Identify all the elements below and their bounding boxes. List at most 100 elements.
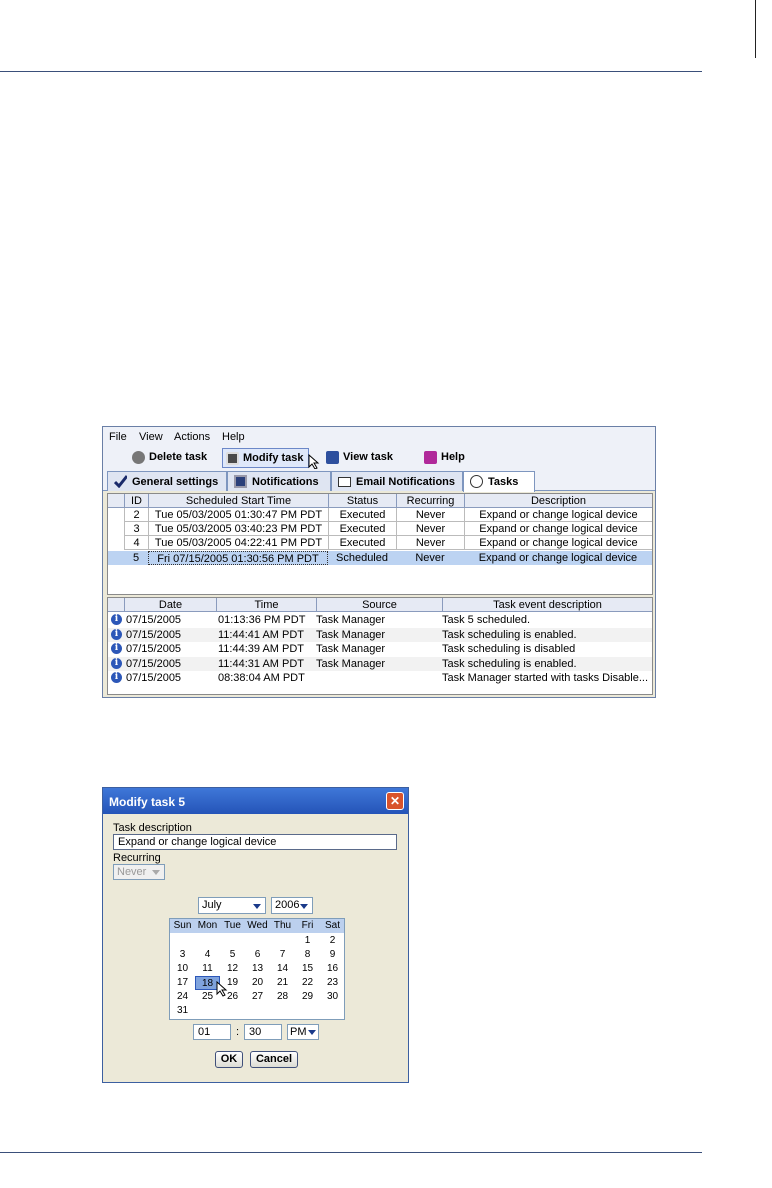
calendar-day[interactable]: 12	[220, 962, 245, 976]
hour-input[interactable]: 01	[193, 1024, 231, 1040]
table-row-selected[interactable]: 5 Fri 07/15/2005 01:30:56 PM PDT Schedul…	[108, 551, 652, 565]
tab-email-notifications-label: Email Notifications	[356, 476, 456, 488]
col-status[interactable]: Status	[328, 494, 396, 508]
calendar-day[interactable]: 27	[245, 990, 270, 1004]
calendar-day[interactable]: 13	[245, 962, 270, 976]
month-select[interactable]: July	[198, 897, 266, 914]
modify-task-button[interactable]: Modify task	[222, 448, 309, 468]
cell-date: 07/15/2005	[126, 657, 182, 670]
cell-event-description: Task scheduling is disabled	[442, 643, 576, 655]
col-task-event-description[interactable]: Task event description	[442, 598, 652, 612]
cell-start-time: Fri 07/15/2005 01:30:56 PM PDT	[148, 551, 328, 565]
task-description-label: Task description	[113, 822, 192, 834]
list-item[interactable]: i 07/15/2005 01:13:36 PM PDT Task Manage…	[108, 613, 652, 627]
calendar-day[interactable]: 10	[170, 962, 195, 976]
ok-button[interactable]: OK	[215, 1051, 243, 1068]
col-recurring[interactable]: Recurring	[396, 494, 464, 508]
calendar-day[interactable]: 7	[270, 948, 295, 962]
cell-start-time: Tue 05/03/2005 03:40:23 PM PDT	[148, 522, 328, 536]
chevron-down-icon	[308, 1030, 316, 1035]
cell-id: 3	[124, 522, 148, 536]
col-description[interactable]: Description	[464, 494, 652, 508]
calendar-day[interactable]: 3	[170, 948, 195, 962]
calendar-day[interactable]: 17	[170, 976, 195, 990]
cell-recurring: Never	[396, 508, 464, 522]
list-item[interactable]: i 07/15/2005 11:44:31 AM PDT Task Manage…	[108, 656, 652, 671]
close-icon[interactable]: ✕	[386, 792, 404, 810]
tab-tasks[interactable]: Tasks	[463, 471, 535, 492]
minute-input[interactable]: 30	[244, 1024, 282, 1040]
table-row[interactable]: 2 Tue 05/03/2005 01:30:47 PM PDT Execute…	[108, 508, 652, 522]
table-row[interactable]: 4 Tue 05/03/2005 04:22:41 PM PDT Execute…	[108, 536, 652, 550]
col-date[interactable]: Date	[124, 598, 216, 612]
day-name-fri: Fri	[301, 920, 314, 931]
menu-file[interactable]: File	[109, 431, 127, 443]
recurring-value: Never	[117, 866, 147, 878]
cell-date: 07/15/2005	[126, 628, 182, 641]
list-item[interactable]: i 07/15/2005 11:44:39 AM PDT Task Manage…	[108, 642, 652, 656]
year-select[interactable]: 2006	[271, 897, 313, 914]
calendar-day[interactable]: 24	[170, 990, 195, 1004]
help-button[interactable]: Help	[421, 448, 469, 468]
day-name-tue: Tue	[224, 920, 241, 931]
table-row[interactable]: 3 Tue 05/03/2005 03:40:23 PM PDT Execute…	[108, 522, 652, 536]
cell-source: Task Manager	[316, 628, 386, 641]
tasks-table: ID Scheduled Start Time Status Recurring…	[107, 493, 653, 595]
calendar-day[interactable]: 31	[170, 1004, 195, 1018]
calendar-day[interactable]: 16	[320, 962, 345, 976]
calendar-day[interactable]: 5	[220, 948, 245, 962]
tab-notifications[interactable]: Notifications	[227, 471, 331, 491]
list-item[interactable]: i 07/15/2005 11:44:41 AM PDT Task Manage…	[108, 627, 652, 642]
tab-email-notifications[interactable]: Email Notifications	[331, 471, 463, 491]
calendar-day[interactable]: 2	[320, 934, 345, 948]
calendar-day[interactable]: 20	[245, 976, 270, 990]
recurring-select[interactable]: Never	[113, 864, 165, 880]
cell-time: 11:44:31 AM PDT	[218, 657, 305, 670]
calendar-day[interactable]: 22	[295, 976, 320, 990]
ampm-value: PM	[290, 1026, 307, 1038]
chevron-down-icon	[152, 870, 160, 875]
ampm-select[interactable]: PM	[287, 1024, 319, 1040]
col-id[interactable]: ID	[124, 494, 148, 508]
delete-task-icon	[132, 451, 145, 464]
recurring-label: Recurring	[113, 852, 161, 864]
day-name-mon: Mon	[197, 920, 218, 931]
calendar-day[interactable]: 23	[320, 976, 345, 990]
calendar-day[interactable]: 1	[295, 934, 320, 948]
tab-notifications-label: Notifications	[252, 476, 319, 488]
help-label: Help	[441, 451, 465, 463]
col-source[interactable]: Source	[316, 598, 442, 612]
info-icon: i	[111, 614, 122, 625]
tab-general-settings[interactable]: General settings	[107, 471, 227, 491]
cell-id: 2	[124, 508, 148, 522]
calendar-day[interactable]: 11	[195, 962, 220, 976]
cell-description: Expand or change logical device	[464, 536, 652, 550]
cell-status: Executed	[328, 522, 396, 536]
cell-recurring: Never	[396, 536, 464, 550]
info-icon: i	[111, 628, 122, 640]
clock-icon	[470, 475, 483, 488]
col-time[interactable]: Time	[216, 598, 316, 612]
list-item[interactable]: i 07/15/2005 08:38:04 AM PDT Task Manage…	[108, 671, 652, 685]
calendar-day[interactable]: 15	[295, 962, 320, 976]
col-scheduled-start-time[interactable]: Scheduled Start Time	[148, 494, 328, 508]
calendar-day[interactable]: 4	[195, 948, 220, 962]
menu-view[interactable]: View	[139, 431, 163, 443]
calendar-day[interactable]: 29	[295, 990, 320, 1004]
delete-task-button[interactable]: Delete task	[129, 448, 211, 468]
task-description-input[interactable]: Expand or change logical device	[113, 834, 397, 850]
calendar-day[interactable]: 8	[295, 948, 320, 962]
menu-actions[interactable]: Actions	[174, 431, 210, 443]
calendar-day[interactable]: 28	[270, 990, 295, 1004]
calendar-day[interactable]: 6	[245, 948, 270, 962]
calendar-day[interactable]: 9	[320, 948, 345, 962]
modify-task-dialog: Modify task 5 ✕ Task description Expand …	[102, 787, 409, 1083]
calendar-day[interactable]: 14	[270, 962, 295, 976]
cancel-button[interactable]: Cancel	[250, 1051, 298, 1068]
menu-help[interactable]: Help	[222, 431, 245, 443]
page-edge-line	[755, 0, 756, 58]
calendar-day[interactable]: 21	[270, 976, 295, 990]
view-task-button[interactable]: View task	[323, 448, 397, 468]
cell-time: 11:44:41 AM PDT	[218, 628, 305, 641]
calendar-day[interactable]: 30	[320, 990, 345, 1004]
